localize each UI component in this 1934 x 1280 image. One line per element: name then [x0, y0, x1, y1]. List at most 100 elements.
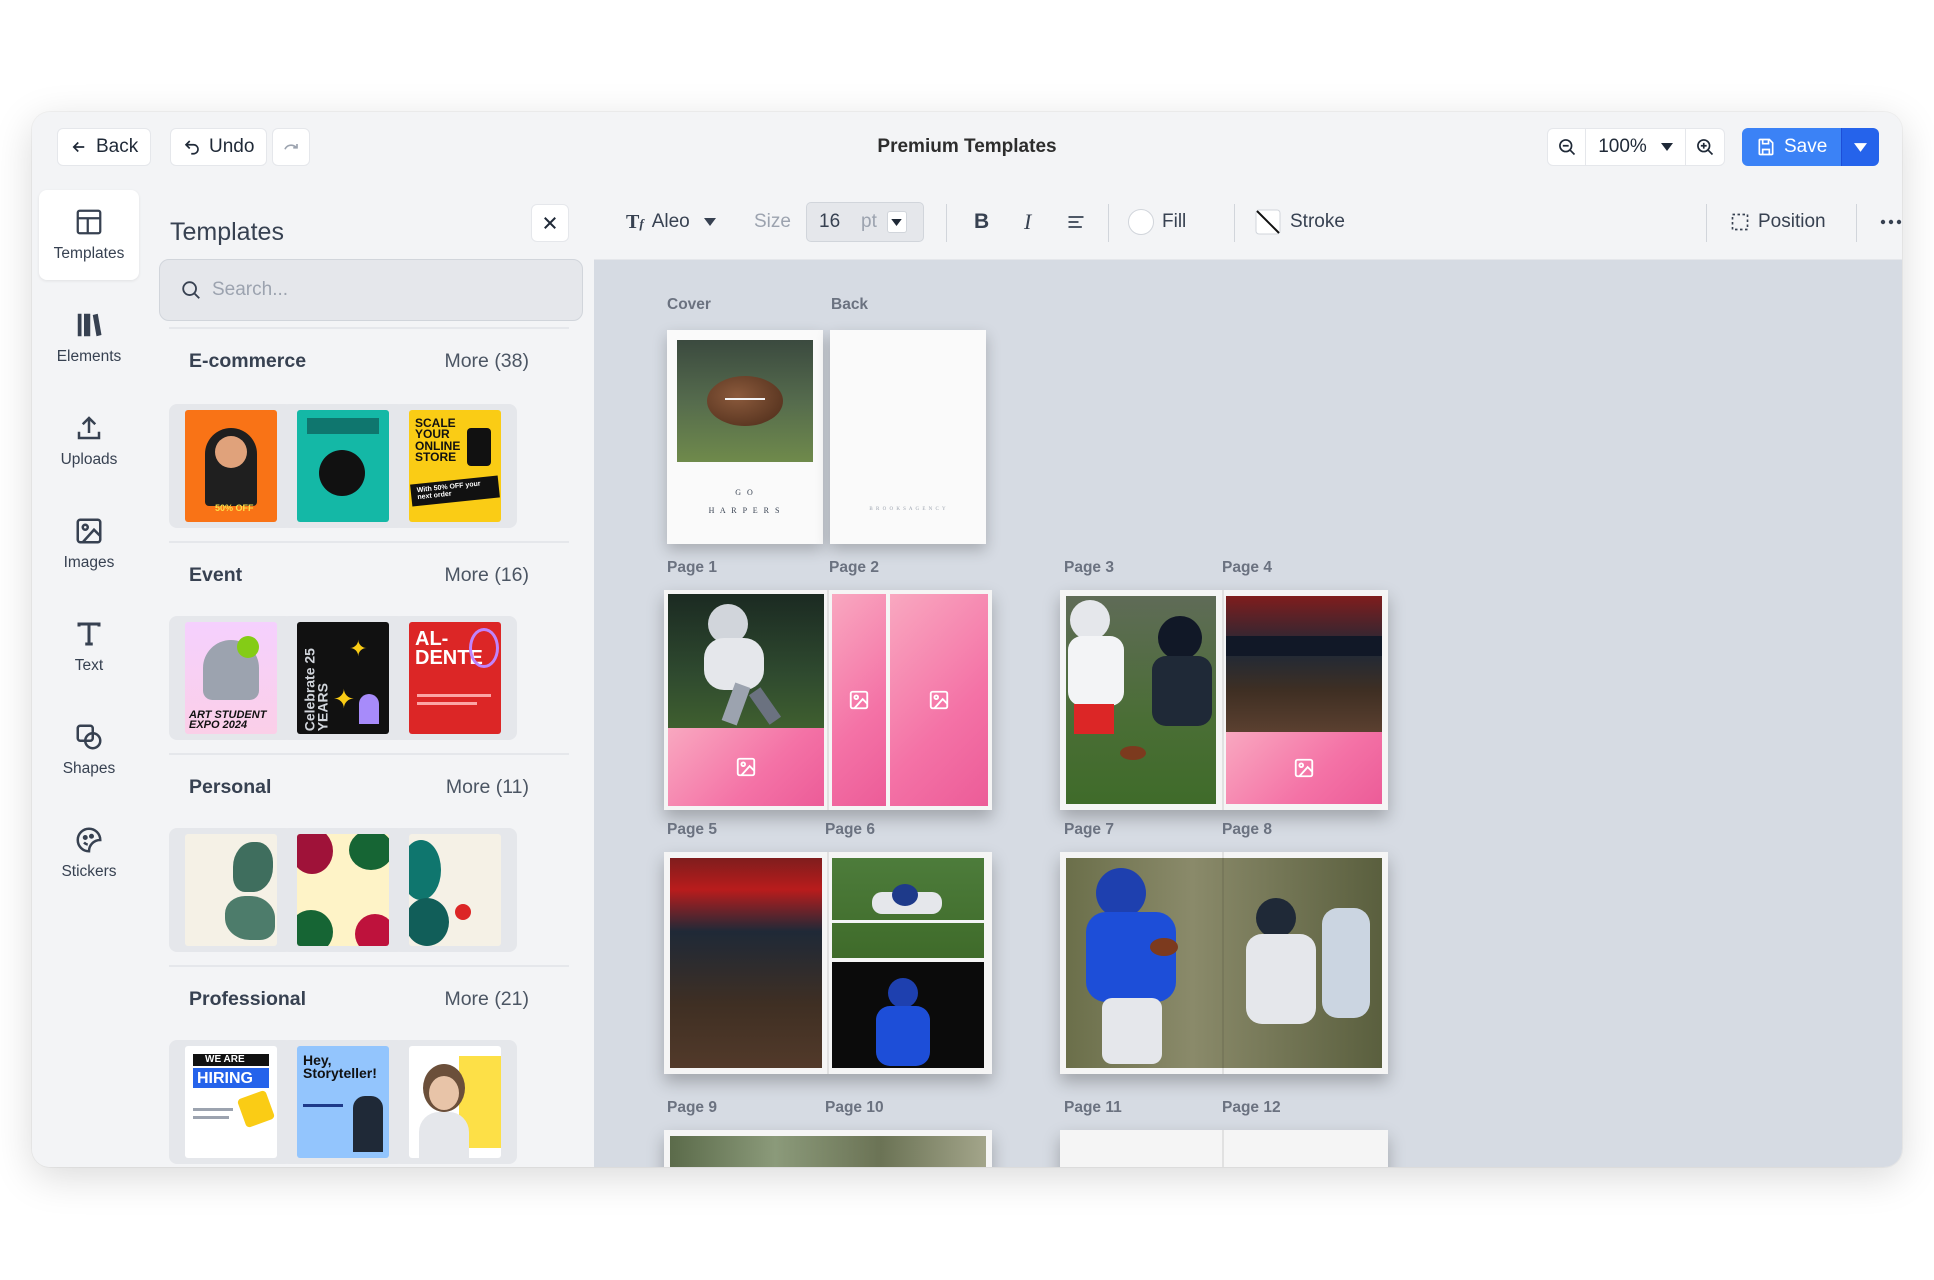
stroke-none-icon: [1255, 209, 1281, 235]
bold-icon: B: [974, 210, 990, 233]
template-thumb[interactable]: ART STUDENT EXPO 2024: [169, 616, 293, 740]
spread-9-10[interactable]: [664, 1130, 992, 1167]
caret-down-icon: [703, 218, 716, 226]
thumb-text-art: ART STUDENT EXPO 2024: [189, 709, 267, 732]
spread-11-12[interactable]: [1060, 1130, 1388, 1167]
save-options-button[interactable]: [1841, 128, 1880, 166]
position-label: Position: [1758, 211, 1826, 232]
back-text: B R O O K S A G E N C Y: [869, 507, 947, 512]
fill-button[interactable]: Fill: [1128, 204, 1186, 240]
top-bar: Back Undo Premium Templates 100% Save: [32, 112, 1902, 184]
template-thumb[interactable]: AL- DENTE: [393, 616, 517, 740]
caret-down-icon: [1854, 142, 1868, 152]
more-options-button[interactable]: [1880, 204, 1902, 240]
zoom-in-icon: [1697, 139, 1714, 156]
page-label: Page 12: [1222, 1099, 1281, 1116]
rail-item-text[interactable]: Text: [39, 602, 139, 692]
size-caret[interactable]: [886, 211, 907, 233]
template-thumb[interactable]: 50% OFF: [169, 404, 293, 528]
page-label: Page 11: [1064, 1099, 1122, 1116]
font-size-input[interactable]: 16 pt: [806, 202, 924, 242]
page-label: Page 8: [1222, 821, 1272, 838]
template-thumb[interactable]: [393, 828, 517, 952]
image-placeholder[interactable]: [668, 728, 824, 806]
more-link-event[interactable]: More (16): [444, 564, 529, 587]
more-link-professional[interactable]: More (21): [444, 988, 529, 1011]
rail-item-stickers[interactable]: Stickers: [39, 808, 139, 898]
upload-icon: [77, 416, 101, 440]
template-thumb[interactable]: SCALE YOUR ONLINE STORE With 50% OFF you…: [393, 404, 517, 528]
back-page[interactable]: B R O O K S A G E N C Y: [830, 330, 986, 544]
image-placeholder-icon: [929, 690, 949, 710]
spread-fold: [1222, 852, 1224, 1074]
italic-button[interactable]: I: [1024, 204, 1031, 240]
zoom-out-button[interactable]: [1548, 129, 1586, 165]
image-placeholder-icon: [849, 690, 869, 710]
stroke-button[interactable]: Stroke: [1254, 204, 1345, 240]
page-label: Page 5: [667, 821, 717, 838]
template-art: Hey, Storyteller!: [297, 1046, 389, 1158]
align-left-icon: [1068, 216, 1084, 228]
template-thumb[interactable]: WE ARE HIRING: [169, 1040, 293, 1164]
zoom-out-icon: [1558, 139, 1575, 156]
template-thumb[interactable]: [169, 828, 293, 952]
spread-3-4[interactable]: [1060, 590, 1388, 810]
cover-text-1: G O: [735, 488, 755, 497]
save-button[interactable]: Save: [1742, 128, 1842, 166]
category-header-ecommerce: E-commerce More (38): [189, 350, 529, 373]
image-placeholder[interactable]: [832, 594, 886, 806]
page-label: Page 6: [825, 821, 875, 838]
zoom-control: 100%: [1547, 128, 1725, 166]
zoom-value: 100%: [1598, 136, 1647, 157]
template-thumb[interactable]: Celebrate 25 YEARS ✦ ✦: [281, 616, 405, 740]
templates-panel: Templates E-commerce More (38) 50% OFF: [144, 184, 594, 1167]
layout-icon: [76, 209, 102, 235]
more-link-personal[interactable]: More (11): [446, 776, 529, 799]
thumb-text-celebrate: Celebrate 25 YEARS: [301, 648, 331, 732]
position-icon: [1731, 213, 1749, 231]
page-label: Page 2: [829, 559, 879, 576]
category-header-professional: Professional More (21): [189, 988, 529, 1011]
template-thumb[interactable]: [393, 1040, 517, 1164]
category-name: Personal: [189, 776, 272, 798]
spread-5-6[interactable]: [664, 852, 992, 1074]
bold-button[interactable]: B: [974, 204, 989, 240]
category-header-personal: Personal More (11): [189, 776, 529, 799]
template-thumb[interactable]: Hey, Storyteller!: [281, 1040, 405, 1164]
template-thumb[interactable]: [281, 404, 405, 528]
search-box: [159, 259, 583, 321]
position-button[interactable]: Position: [1730, 204, 1826, 240]
align-button[interactable]: [1066, 204, 1086, 240]
more-link-ecommerce[interactable]: More (38): [444, 350, 529, 373]
template-thumb[interactable]: [281, 828, 405, 952]
font-family-select[interactable]: Tf Aleo: [626, 204, 716, 240]
aerial-photo: [670, 1136, 986, 1167]
close-panel-button[interactable]: [531, 204, 569, 242]
thumb-text-story: Hey, Storyteller!: [303, 1052, 377, 1082]
rail-item-templates[interactable]: Templates: [39, 190, 139, 280]
image-placeholder[interactable]: [1226, 732, 1382, 804]
more-horizontal-icon: [1880, 219, 1902, 225]
page-label: Page 7: [1064, 821, 1114, 838]
zoom-in-button[interactable]: [1686, 129, 1724, 165]
rail-item-shapes[interactable]: Shapes: [39, 705, 139, 795]
divider: [1706, 204, 1707, 242]
category-name: Event: [189, 564, 243, 586]
zoom-select[interactable]: 100%: [1586, 129, 1686, 165]
rail-item-elements[interactable]: Elements: [39, 293, 139, 383]
stroke-label: Stroke: [1290, 211, 1345, 232]
rail-label: Shapes: [62, 760, 116, 777]
template-art: [409, 1046, 501, 1158]
rail-item-uploads[interactable]: Uploads: [39, 396, 139, 486]
image-placeholder[interactable]: [890, 594, 988, 806]
spread-1-2[interactable]: [664, 590, 992, 810]
rail-item-images[interactable]: Images: [39, 499, 139, 589]
cover-page[interactable]: G O H A R P E R S: [667, 330, 823, 544]
spread-fold: [1222, 1130, 1224, 1167]
spread-7-8[interactable]: [1060, 852, 1388, 1074]
spread-fold: [1222, 590, 1224, 810]
spread-fold: [827, 852, 829, 1074]
image-icon: [76, 518, 102, 544]
font-icon: Tf: [626, 210, 644, 233]
search-input[interactable]: [212, 279, 552, 301]
